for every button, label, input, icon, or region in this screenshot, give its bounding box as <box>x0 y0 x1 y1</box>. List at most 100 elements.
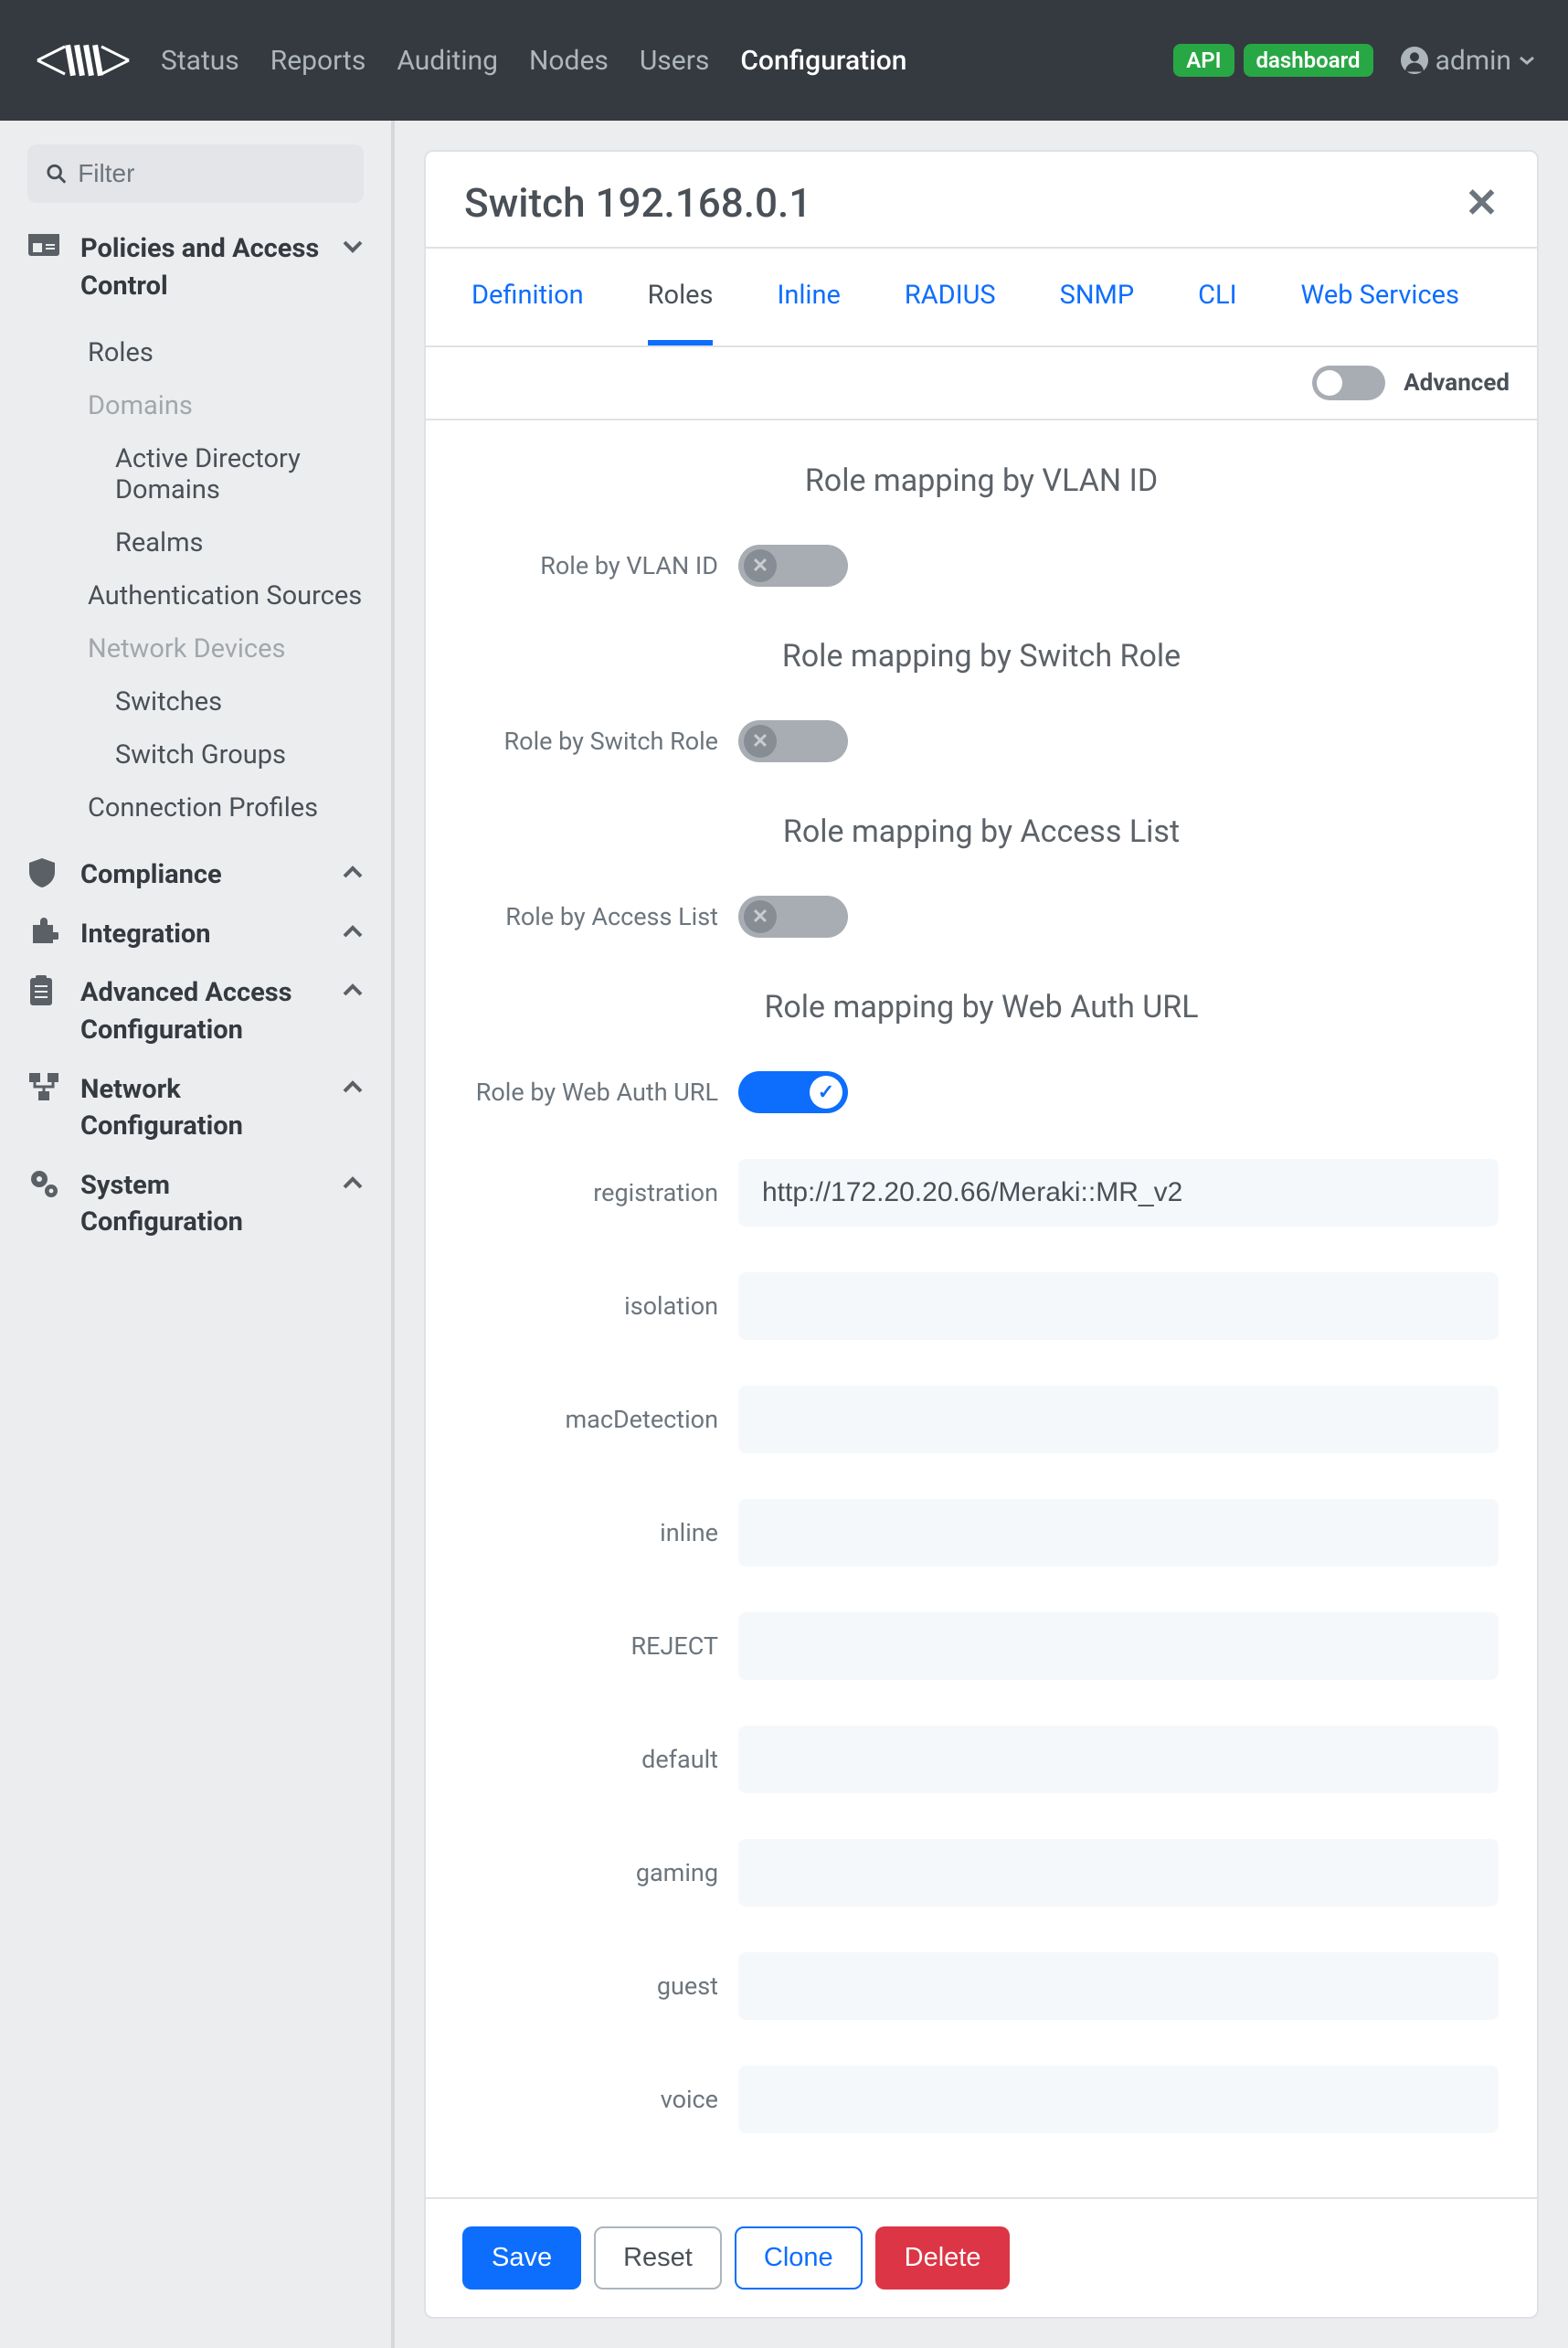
sidebar-section-network[interactable]: Network Configuration <box>27 1071 364 1145</box>
web-auth-input-default[interactable] <box>738 1726 1499 1793</box>
sidebar-item-roles[interactable]: Roles <box>88 326 364 379</box>
switch-panel: Switch 192.168.0.1 ✕ Definition Roles In… <box>424 150 1539 2319</box>
web-auth-label-guest: guest <box>464 1971 738 2001</box>
network-icon <box>27 1071 64 1102</box>
nav-status[interactable]: Status <box>161 45 239 77</box>
web-auth-row-gaming: gaming <box>426 1830 1537 1916</box>
navbar: Status Reports Auditing Nodes Users Conf… <box>0 0 1568 121</box>
heading-access-list: Role mapping by Access List <box>426 813 1537 850</box>
web-auth-input-voice[interactable] <box>738 2066 1499 2133</box>
advanced-toggle[interactable] <box>1312 366 1385 400</box>
sidebar-item-switches[interactable]: Switches <box>88 675 364 728</box>
clipboard-icon <box>27 974 64 1007</box>
nav-nodes[interactable]: Nodes <box>529 45 609 77</box>
toggle-access-list[interactable]: ✕ <box>738 896 848 938</box>
sidebar-item-auth-sources[interactable]: Authentication Sources <box>88 569 364 622</box>
badge-dashboard[interactable]: dashboard <box>1244 44 1373 77</box>
web-auth-label-inline: inline <box>464 1518 738 1547</box>
tab-inline[interactable]: Inline <box>777 280 840 345</box>
reset-button[interactable]: Reset <box>594 2226 722 2290</box>
user-menu[interactable]: admin <box>1401 45 1535 77</box>
chevron-up-icon <box>342 1080 364 1095</box>
sidebar-header-domains: Domains <box>88 379 364 432</box>
heading-web-auth: Role mapping by Web Auth URL <box>426 989 1537 1025</box>
toggle-switch-role[interactable]: ✕ <box>738 720 848 762</box>
label-web-auth: Role by Web Auth URL <box>464 1078 738 1107</box>
filter-input[interactable] <box>78 159 345 188</box>
badge-api[interactable]: API <box>1173 44 1234 77</box>
id-card-icon <box>27 230 64 258</box>
sidebar-section-advanced[interactable]: Advanced Access Configuration <box>27 974 364 1048</box>
sidebar-section-policies[interactable]: Policies and Access Control <box>27 230 364 304</box>
web-auth-row-REJECT: REJECT <box>426 1603 1537 1689</box>
web-auth-row-voice: voice <box>426 2056 1537 2142</box>
tab-definition[interactable]: Definition <box>471 280 584 345</box>
tab-snmp[interactable]: SNMP <box>1060 280 1135 345</box>
label-vlan: Role by VLAN ID <box>464 551 738 580</box>
chevron-up-icon <box>342 983 364 998</box>
web-auth-fields: registrationisolationmacDetectioninlineR… <box>426 1150 1537 2142</box>
sidebar-section-system[interactable]: System Configuration <box>27 1167 364 1241</box>
web-auth-label-gaming: gaming <box>464 1858 738 1887</box>
sidebar-item-switch-groups[interactable]: Switch Groups <box>88 728 364 781</box>
chevron-down-icon <box>342 239 364 254</box>
tab-roles[interactable]: Roles <box>648 280 714 345</box>
chevron-up-icon <box>342 866 364 880</box>
nav-auditing[interactable]: Auditing <box>397 45 498 77</box>
shield-icon <box>27 856 64 889</box>
web-auth-label-voice: voice <box>464 2085 738 2114</box>
web-auth-row-inline: inline <box>426 1490 1537 1576</box>
heading-vlan: Role mapping by VLAN ID <box>426 462 1537 499</box>
web-auth-label-default: default <box>464 1745 738 1774</box>
sidebar-section-compliance[interactable]: Compliance <box>27 856 364 894</box>
web-auth-input-REJECT[interactable] <box>738 1612 1499 1680</box>
web-auth-input-isolation[interactable] <box>738 1272 1499 1340</box>
label-switch-role: Role by Switch Role <box>464 727 738 756</box>
web-auth-label-REJECT: REJECT <box>464 1631 738 1661</box>
nav-users[interactable]: Users <box>640 45 710 77</box>
label-access-list: Role by Access List <box>464 902 738 931</box>
web-auth-input-guest[interactable] <box>738 1952 1499 2020</box>
sidebar-item-realms[interactable]: Realms <box>88 516 364 569</box>
web-auth-row-default: default <box>426 1716 1537 1802</box>
web-auth-input-macDetection[interactable] <box>738 1386 1499 1453</box>
web-auth-row-guest: guest <box>426 1943 1537 2029</box>
chevron-up-icon <box>342 925 364 940</box>
nav-reports[interactable]: Reports <box>270 45 366 77</box>
web-auth-input-inline[interactable] <box>738 1499 1499 1567</box>
clone-button[interactable]: Clone <box>735 2226 863 2290</box>
gears-icon <box>27 1167 64 1200</box>
tab-cli[interactable]: CLI <box>1198 280 1236 345</box>
web-auth-label-macDetection: macDetection <box>464 1405 738 1434</box>
web-auth-row-macDetection: macDetection <box>426 1376 1537 1462</box>
user-name: admin <box>1436 45 1511 77</box>
sidebar-item-ad-domains[interactable]: Active Directory Domains <box>88 432 364 516</box>
tabs: Definition Roles Inline RADIUS SNMP CLI … <box>426 249 1537 347</box>
web-auth-input-gaming[interactable] <box>738 1839 1499 1907</box>
panel-title: Switch 192.168.0.1 <box>464 179 1465 227</box>
advanced-label: Advanced <box>1404 369 1510 397</box>
delete-button[interactable]: Delete <box>875 2226 1011 2290</box>
brand-logo <box>33 28 133 92</box>
sidebar-section-integration[interactable]: Integration <box>27 916 364 953</box>
heading-switch-role: Role mapping by Switch Role <box>426 638 1537 675</box>
tab-web-services[interactable]: Web Services <box>1301 280 1459 345</box>
toggle-vlan[interactable]: ✕ <box>738 545 848 587</box>
web-auth-label-registration: registration <box>464 1178 738 1207</box>
tab-radius[interactable]: RADIUS <box>905 280 996 345</box>
puzzle-icon <box>27 916 64 947</box>
caret-down-icon <box>1519 55 1535 66</box>
search-icon <box>46 162 67 186</box>
nav-configuration[interactable]: Configuration <box>740 45 906 77</box>
save-button[interactable]: Save <box>462 2226 581 2290</box>
sidebar: Policies and Access Control Roles Domain… <box>0 121 395 2348</box>
nav-right: API dashboard admin <box>1173 44 1535 77</box>
chevron-up-icon <box>342 1176 364 1191</box>
sidebar-filter[interactable] <box>27 144 364 203</box>
toggle-web-auth[interactable]: ✓ <box>738 1071 848 1113</box>
web-auth-row-registration: registration <box>426 1150 1537 1236</box>
main-content: Switch 192.168.0.1 ✕ Definition Roles In… <box>395 121 1568 2348</box>
web-auth-input-registration[interactable] <box>738 1159 1499 1227</box>
sidebar-item-conn-profiles[interactable]: Connection Profiles <box>88 781 364 834</box>
close-icon[interactable]: ✕ <box>1465 179 1499 227</box>
